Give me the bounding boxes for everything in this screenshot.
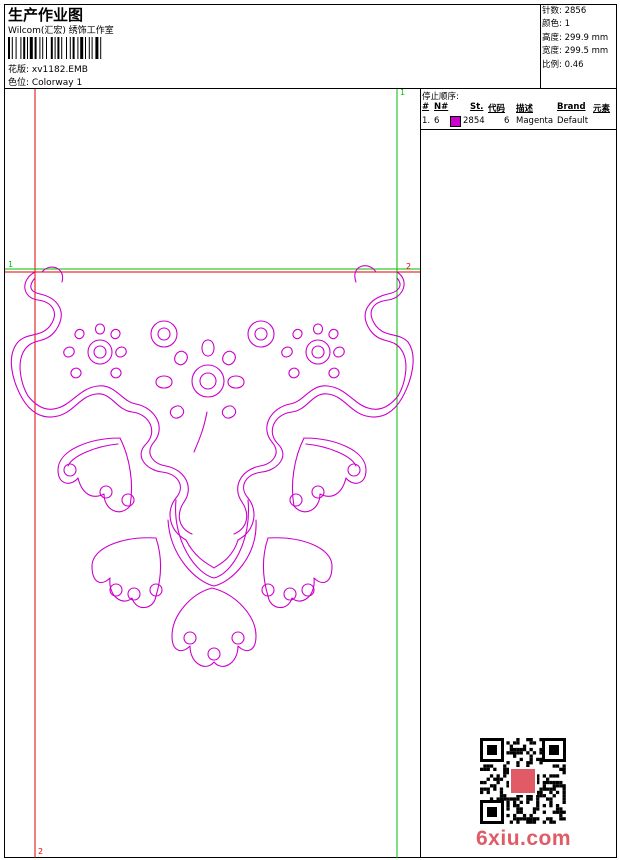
site-watermark: 6xiu.com — [476, 827, 572, 850]
design-preview — [5, 89, 420, 858]
left-flower-petals — [63, 323, 127, 379]
qr-code — [480, 738, 566, 824]
guide-label-mid-left: 1 — [8, 260, 14, 269]
guide-label-top-right: 1 — [400, 88, 406, 97]
guide-label-bottom-left: 2 — [38, 847, 44, 856]
guide-label-mid-right: 2 — [406, 262, 412, 271]
right-flower-petals — [281, 323, 345, 379]
embroidery-motif — [10, 265, 414, 667]
